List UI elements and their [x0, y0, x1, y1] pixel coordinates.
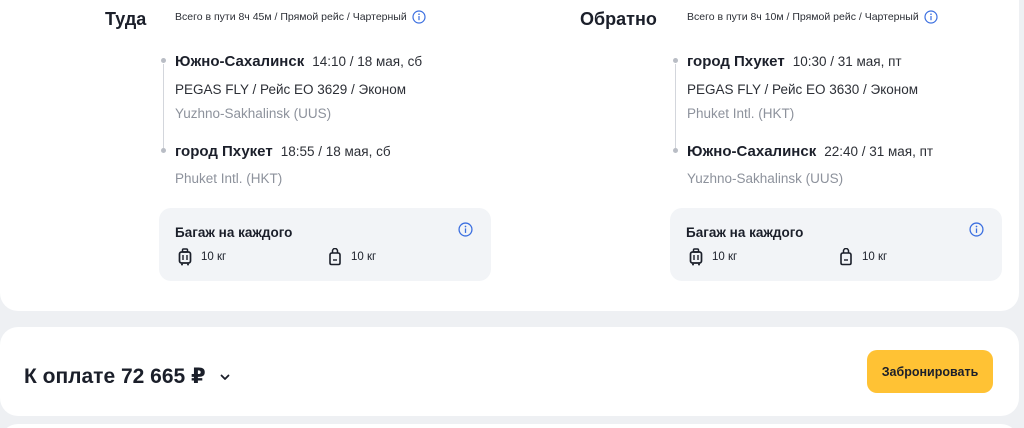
checked-baggage: 10 кг — [688, 248, 737, 266]
outbound-arrival-airport: Phuket Intl. (HKT) — [175, 171, 283, 186]
arrival-time: 22:40 / 31 мая, пт — [824, 144, 934, 159]
outbound-summary-text: Всего в пути 8ч 45м / Прямой рейс / Чарт… — [175, 11, 407, 23]
carry-on-weight: 10 кг — [862, 251, 888, 263]
outbound-arrival-row: город Пхукет 18:55 / 18 мая, сб — [175, 143, 391, 160]
payment-total-toggle[interactable]: К оплате 72 665 ₽ — [24, 364, 232, 389]
carry-on-baggage: 10 кг — [838, 248, 887, 266]
arrival-city: город Пхукет — [175, 143, 273, 160]
bag-icon — [329, 248, 341, 266]
info-icon[interactable] — [969, 222, 984, 237]
checked-baggage: 10 кг — [177, 248, 226, 266]
outbound-title: Туда — [105, 9, 147, 29]
outbound-carrier: PEGAS FLY / Рейс EO 3629 / Эконом — [175, 82, 407, 97]
chevron-down-icon — [220, 374, 230, 380]
return-arrival-airport: Yuzhno-Sakhalinsk (UUS) — [687, 171, 844, 186]
return-carrier: PEGAS FLY / Рейс EO 3630 / Эконом — [687, 82, 919, 97]
outbound-summary: Всего в пути 8ч 45м / Прямой рейс / Чарт… — [175, 10, 426, 24]
return-summary-text: Всего в пути 8ч 10м / Прямой рейс / Чарт… — [687, 11, 919, 23]
departure-time: 14:10 / 18 мая, сб — [312, 54, 423, 69]
carry-on-baggage: 10 кг — [327, 248, 376, 266]
outbound-baggage-panel: Багаж на каждого 10 кг 10 кг — [159, 208, 491, 281]
timeline-dot-departure — [161, 58, 166, 63]
return-arrival-row: Южно-Сахалинск 22:40 / 31 мая, пт — [687, 143, 933, 160]
arrival-city: Южно-Сахалинск — [687, 143, 817, 160]
timeline-line — [163, 64, 164, 148]
info-icon[interactable] — [924, 10, 938, 24]
timeline-dot-departure — [673, 58, 678, 63]
return-baggage-panel: Багаж на каждого 10 кг 10 кг — [670, 208, 1002, 281]
info-icon[interactable] — [458, 222, 473, 237]
departure-city: Южно-Сахалинск — [175, 53, 305, 70]
return-title: Обратно — [580, 9, 657, 29]
departure-city: город Пхукет — [687, 53, 785, 70]
timeline-dot-arrival — [161, 148, 166, 153]
departure-time: 10:30 / 31 мая, пт — [792, 54, 902, 69]
flight-details-card: Туда Всего в пути 8ч 45м / Прямой рейс /… — [0, 0, 1019, 311]
book-button[interactable]: Забронировать — [867, 350, 993, 393]
suitcase-icon — [689, 248, 703, 266]
timeline-line — [675, 64, 676, 148]
timeline-dot-arrival — [673, 148, 678, 153]
carry-on-weight: 10 кг — [351, 251, 377, 263]
suitcase-icon — [178, 248, 192, 266]
return-summary: Всего в пути 8ч 10м / Прямой рейс / Чарт… — [687, 10, 938, 24]
checked-baggage-weight: 10 кг — [201, 251, 227, 263]
info-icon[interactable] — [412, 10, 426, 24]
outbound-departure-row: Южно-Сахалинск 14:10 / 18 мая, сб — [175, 53, 422, 70]
baggage-title: Багаж на каждого — [175, 225, 293, 240]
bag-icon — [840, 248, 852, 266]
checked-baggage-weight: 10 кг — [712, 251, 738, 263]
next-card-edge — [0, 424, 1019, 428]
baggage-title: Багаж на каждого — [686, 225, 804, 240]
payment-total: К оплате 72 665 ₽ — [24, 365, 206, 388]
outbound-departure-airport: Yuzhno-Sakhalinsk (UUS) — [175, 106, 332, 121]
return-departure-row: город Пхукет 10:30 / 31 мая, пт — [687, 53, 902, 70]
arrival-time: 18:55 / 18 мая, сб — [280, 144, 391, 159]
return-departure-airport: Phuket Intl. (HKT) — [687, 106, 795, 121]
payment-card: К оплате 72 665 ₽ Забронировать — [0, 327, 1019, 416]
